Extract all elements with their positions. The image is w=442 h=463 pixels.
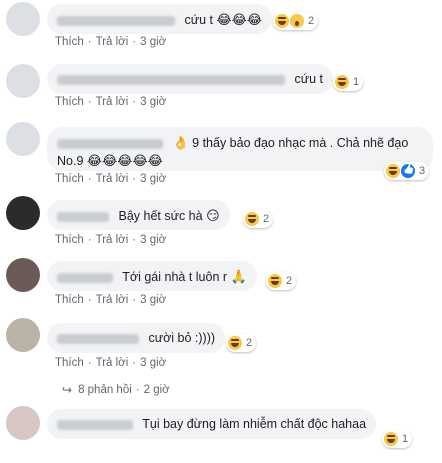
separator: · xyxy=(135,384,140,396)
like-reaction-icon xyxy=(401,164,415,178)
reaction-count: 2 xyxy=(246,337,253,349)
replies-time: 2 giờ xyxy=(143,384,170,396)
comment-text: Bậy hết sức hà xyxy=(118,209,203,223)
haha-reaction-icon xyxy=(275,14,289,28)
separator: · xyxy=(87,234,92,246)
avatar[interactable] xyxy=(6,64,40,98)
like-link[interactable]: Thích xyxy=(55,294,84,306)
commenter-name[interactable] xyxy=(57,419,133,430)
haha-reaction-icon xyxy=(268,274,282,288)
commenter-name[interactable] xyxy=(57,333,139,344)
reaction-count: 1 xyxy=(402,433,409,445)
like-link[interactable]: Thích xyxy=(55,96,84,108)
reply-link[interactable]: Trả lời xyxy=(96,234,129,246)
like-link[interactable]: Thích xyxy=(55,357,84,369)
separator: · xyxy=(87,173,92,185)
reply-link[interactable]: Trả lời xyxy=(96,357,129,369)
reaction-badge[interactable]: 2 xyxy=(266,272,297,290)
comment-time[interactable]: 3 giờ xyxy=(140,357,166,369)
comment-emojis: 😏 xyxy=(206,208,220,223)
comment-text: Tới gái nhà t luôn r xyxy=(122,270,228,284)
reply-link[interactable]: Trả lời xyxy=(96,96,129,108)
haha-reaction-icon xyxy=(245,212,259,226)
comment-text-line2: No.9 xyxy=(57,154,84,168)
commenter-name[interactable] xyxy=(57,272,113,283)
comment-actions: Thích · Trả lời · 3 giờ xyxy=(55,294,166,306)
comment-bubble: cứu t xyxy=(47,64,333,94)
commenter-name[interactable] xyxy=(57,211,109,222)
reaction-count: 3 xyxy=(419,165,426,177)
reaction-badge[interactable]: 1 xyxy=(333,73,364,91)
haha-reaction-icon xyxy=(335,75,349,89)
reply-arrow-icon: ↪ xyxy=(62,383,73,397)
comment-text: 9 thấy bảo đạo nhạc mà . Chả nhẽ đạo xyxy=(192,136,409,150)
comment-actions: Thích · Trả lời · 3 giờ xyxy=(55,234,166,246)
comment-bubble: Bậy hết sức hà 😏 xyxy=(47,200,230,230)
comment-bubble: Tới gái nhà t luôn r 🙏 xyxy=(47,261,257,291)
haha-reaction-icon xyxy=(228,336,242,350)
avatar[interactable] xyxy=(6,406,40,440)
reaction-badge[interactable]: 2 xyxy=(273,12,319,30)
reply-link[interactable]: Trả lời xyxy=(96,36,129,48)
comment-bubble: 👌 9 thấy bảo đạo nhạc mà . Chả nhẽ đạo N… xyxy=(47,127,433,171)
comment-actions: Thích · Trả lời · 3 giờ xyxy=(55,357,166,369)
comment-text: cứu t xyxy=(294,72,323,86)
separator: · xyxy=(132,96,137,108)
separator: · xyxy=(132,357,137,369)
commenter-name[interactable] xyxy=(57,138,163,149)
separator: · xyxy=(132,294,137,306)
reply-link[interactable]: Trả lời xyxy=(96,173,129,185)
reaction-badge[interactable]: 3 xyxy=(384,162,430,180)
reaction-badge[interactable]: 1 xyxy=(382,430,413,448)
avatar[interactable] xyxy=(6,196,40,230)
separator: · xyxy=(87,357,92,369)
separator: · xyxy=(87,96,92,108)
reaction-count: 2 xyxy=(263,213,270,225)
avatar[interactable] xyxy=(6,258,40,292)
comment-bubble: cứu t 😂😂😂 xyxy=(47,4,273,34)
reaction-count: 2 xyxy=(308,15,315,27)
comment-emojis: 😂😂😂 xyxy=(216,12,263,27)
comment-bubble: cười bỏ :)))) xyxy=(47,323,226,353)
haha-reaction-icon xyxy=(386,164,400,178)
comment-time[interactable]: 3 giờ xyxy=(140,173,166,185)
separator: · xyxy=(132,173,137,185)
separator: · xyxy=(132,36,137,48)
like-link[interactable]: Thích xyxy=(55,36,84,48)
comment-time[interactable]: 3 giờ xyxy=(140,36,166,48)
haha-reaction-icon xyxy=(384,432,398,446)
comment-actions: Thích · Trả lời · 3 giờ xyxy=(55,96,166,108)
comment-time[interactable]: 3 giờ xyxy=(140,96,166,108)
comment-emojis: 🙏 xyxy=(230,269,247,284)
reaction-badge[interactable]: 2 xyxy=(243,210,274,228)
comment-text: cười bỏ :)))) xyxy=(148,331,216,345)
comment-time[interactable]: 3 giờ xyxy=(140,234,166,246)
separator: · xyxy=(87,294,92,306)
like-link[interactable]: Thích xyxy=(55,173,84,185)
ok-hand-emoji: 👌 xyxy=(172,135,189,150)
separator: · xyxy=(87,36,92,48)
avatar[interactable] xyxy=(6,318,40,352)
separator: · xyxy=(132,234,137,246)
comment-actions: Thích · Trả lời · 3 giờ xyxy=(55,173,166,185)
reaction-count: 2 xyxy=(286,275,293,287)
comment-actions: Thích · Trả lời · 3 giờ xyxy=(55,36,166,48)
comment-text: cứu t xyxy=(184,13,213,27)
reaction-count: 1 xyxy=(353,76,360,88)
replies-count[interactable]: 8 phản hồi xyxy=(78,384,132,396)
view-replies-link[interactable]: ↪ 8 phản hồi · 2 giờ xyxy=(62,383,170,397)
comment-text: Tụi bay đừng làm nhiễm chất độc hahaa xyxy=(142,417,367,431)
commenter-name[interactable] xyxy=(57,74,285,85)
reaction-badge[interactable]: 2 xyxy=(226,334,257,352)
comment-emojis: 😂😂😂😂😂 xyxy=(86,153,163,168)
comment-bubble: Tụi bay đừng làm nhiễm chất độc hahaa xyxy=(47,409,377,439)
avatar[interactable] xyxy=(6,2,40,36)
wow-reaction-icon xyxy=(290,14,304,28)
commenter-name[interactable] xyxy=(57,15,175,26)
like-link[interactable]: Thích xyxy=(55,234,84,246)
comment-time[interactable]: 3 giờ xyxy=(140,294,166,306)
avatar[interactable] xyxy=(6,122,40,156)
reply-link[interactable]: Trả lời xyxy=(96,294,129,306)
